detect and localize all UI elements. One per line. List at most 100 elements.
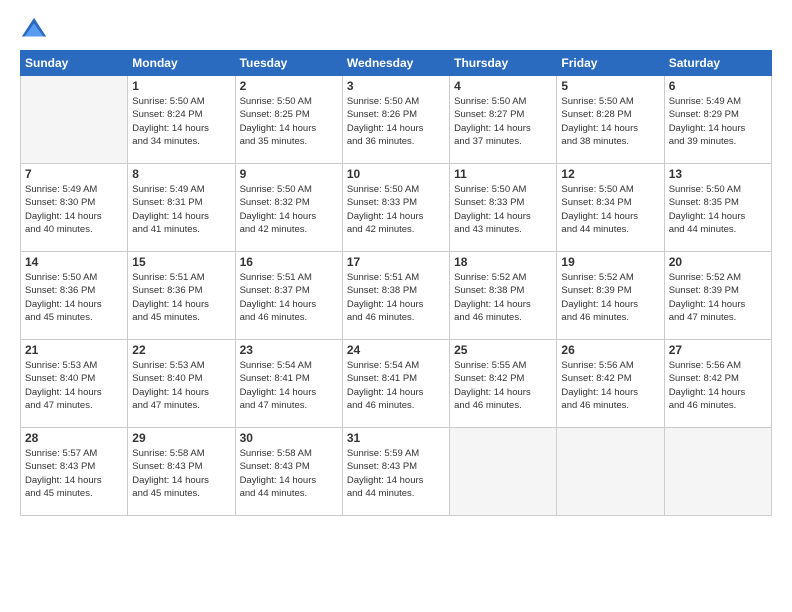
day-info: Sunrise: 5:50 AM Sunset: 8:35 PM Dayligh… <box>669 183 767 236</box>
day-number: 20 <box>669 255 767 269</box>
day-info: Sunrise: 5:56 AM Sunset: 8:42 PM Dayligh… <box>669 359 767 412</box>
day-number: 6 <box>669 79 767 93</box>
calendar-cell: 15Sunrise: 5:51 AM Sunset: 8:36 PM Dayli… <box>128 252 235 340</box>
day-header-tuesday: Tuesday <box>235 51 342 76</box>
day-number: 19 <box>561 255 659 269</box>
calendar-cell: 26 Sunrise: 5:56 AM Sunset: 8:42 PM Dayli… <box>557 340 664 428</box>
calendar-cell: 2 Sunrise: 5:50 AM Sunset: 8:25 PM Daylig… <box>235 76 342 164</box>
day-info: Sunrise: 5:51 AM Sunset: 8:37 PM Dayligh… <box>240 271 338 324</box>
calendar-cell: 4 Sunrise: 5:50 AM Sunset: 8:27 PM Daylig… <box>450 76 557 164</box>
page: SundayMondayTuesdayWednesdayThursdayFrid… <box>0 0 792 612</box>
day-info: Sunrise: 5:53 AM Sunset: 8:40 PM Dayligh… <box>25 359 123 412</box>
calendar-cell: 22Sunrise: 5:53 AM Sunset: 8:40 PM Dayli… <box>128 340 235 428</box>
day-header-thursday: Thursday <box>450 51 557 76</box>
day-info: Sunrise: 5:52 AM Sunset: 8:39 PM Dayligh… <box>669 271 767 324</box>
day-number: 1 <box>132 79 230 93</box>
calendar-cell: 11 Sunrise: 5:50 AM Sunset: 8:33 PM Dayli… <box>450 164 557 252</box>
week-row-2: 7 Sunrise: 5:49 AM Sunset: 8:30 PM Daylig… <box>21 164 772 252</box>
day-number: 31 <box>347 431 445 445</box>
logo <box>20 16 52 44</box>
calendar-cell: 19 Sunrise: 5:52 AM Sunset: 8:39 PM Dayli… <box>557 252 664 340</box>
day-info: Sunrise: 5:50 AM Sunset: 8:34 PM Dayligh… <box>561 183 659 236</box>
day-info: Sunrise: 5:50 AM Sunset: 8:36 PM Dayligh… <box>25 271 123 324</box>
week-row-4: 21 Sunrise: 5:53 AM Sunset: 8:40 PM Dayli… <box>21 340 772 428</box>
calendar: SundayMondayTuesdayWednesdayThursdayFrid… <box>20 50 772 516</box>
day-number: 13 <box>669 167 767 181</box>
calendar-cell: 18Sunrise: 5:52 AM Sunset: 8:38 PM Dayli… <box>450 252 557 340</box>
day-number: 28 <box>25 431 123 445</box>
day-number: 12 <box>561 167 659 181</box>
calendar-cell <box>557 428 664 516</box>
day-info: Sunrise: 5:51 AM Sunset: 8:38 PM Dayligh… <box>347 271 445 324</box>
day-number: 17 <box>347 255 445 269</box>
day-number: 23 <box>240 343 338 357</box>
calendar-cell <box>664 428 771 516</box>
calendar-cell: 1Sunrise: 5:50 AM Sunset: 8:24 PM Daylig… <box>128 76 235 164</box>
day-number: 29 <box>132 431 230 445</box>
day-number: 24 <box>347 343 445 357</box>
calendar-cell <box>450 428 557 516</box>
calendar-cell: 16 Sunrise: 5:51 AM Sunset: 8:37 PM Dayli… <box>235 252 342 340</box>
calendar-cell: 21 Sunrise: 5:53 AM Sunset: 8:40 PM Dayli… <box>21 340 128 428</box>
calendar-cell: 28 Sunrise: 5:57 AM Sunset: 8:43 PM Dayli… <box>21 428 128 516</box>
day-number: 4 <box>454 79 552 93</box>
day-info: Sunrise: 5:55 AM Sunset: 8:42 PM Dayligh… <box>454 359 552 412</box>
day-info: Sunrise: 5:49 AM Sunset: 8:29 PM Dayligh… <box>669 95 767 148</box>
day-number: 2 <box>240 79 338 93</box>
day-number: 9 <box>240 167 338 181</box>
day-number: 8 <box>132 167 230 181</box>
day-info: Sunrise: 5:50 AM Sunset: 8:25 PM Dayligh… <box>240 95 338 148</box>
day-info: Sunrise: 5:56 AM Sunset: 8:42 PM Dayligh… <box>561 359 659 412</box>
day-info: Sunrise: 5:53 AM Sunset: 8:40 PM Dayligh… <box>132 359 230 412</box>
calendar-cell: 10 Sunrise: 5:50 AM Sunset: 8:33 PM Dayli… <box>342 164 449 252</box>
calendar-cell: 24 Sunrise: 5:54 AM Sunset: 8:41 PM Dayli… <box>342 340 449 428</box>
day-header-friday: Friday <box>557 51 664 76</box>
day-info: Sunrise: 5:50 AM Sunset: 8:28 PM Dayligh… <box>561 95 659 148</box>
calendar-cell: 31 Sunrise: 5:59 AM Sunset: 8:43 PM Dayli… <box>342 428 449 516</box>
day-info: Sunrise: 5:52 AM Sunset: 8:39 PM Dayligh… <box>561 271 659 324</box>
day-info: Sunrise: 5:49 AM Sunset: 8:31 PM Dayligh… <box>132 183 230 236</box>
day-number: 7 <box>25 167 123 181</box>
day-header-saturday: Saturday <box>664 51 771 76</box>
day-number: 10 <box>347 167 445 181</box>
day-info: Sunrise: 5:50 AM Sunset: 8:33 PM Dayligh… <box>347 183 445 236</box>
day-info: Sunrise: 5:58 AM Sunset: 8:43 PM Dayligh… <box>240 447 338 500</box>
calendar-cell: 5 Sunrise: 5:50 AM Sunset: 8:28 PM Daylig… <box>557 76 664 164</box>
day-info: Sunrise: 5:59 AM Sunset: 8:43 PM Dayligh… <box>347 447 445 500</box>
calendar-cell: 3Sunrise: 5:50 AM Sunset: 8:26 PM Daylig… <box>342 76 449 164</box>
day-number: 25 <box>454 343 552 357</box>
day-info: Sunrise: 5:52 AM Sunset: 8:38 PM Dayligh… <box>454 271 552 324</box>
day-number: 11 <box>454 167 552 181</box>
week-row-5: 28 Sunrise: 5:57 AM Sunset: 8:43 PM Dayli… <box>21 428 772 516</box>
day-info: Sunrise: 5:54 AM Sunset: 8:41 PM Dayligh… <box>347 359 445 412</box>
header-row: SundayMondayTuesdayWednesdayThursdayFrid… <box>21 51 772 76</box>
day-number: 26 <box>561 343 659 357</box>
day-number: 30 <box>240 431 338 445</box>
day-number: 27 <box>669 343 767 357</box>
week-row-1: 1Sunrise: 5:50 AM Sunset: 8:24 PM Daylig… <box>21 76 772 164</box>
calendar-cell: 13 Sunrise: 5:50 AM Sunset: 8:35 PM Dayli… <box>664 164 771 252</box>
logo-icon <box>20 16 48 44</box>
day-info: Sunrise: 5:54 AM Sunset: 8:41 PM Dayligh… <box>240 359 338 412</box>
calendar-cell: 30 Sunrise: 5:58 AM Sunset: 8:43 PM Dayli… <box>235 428 342 516</box>
calendar-cell: 6 Sunrise: 5:49 AM Sunset: 8:29 PM Daylig… <box>664 76 771 164</box>
calendar-cell: 12 Sunrise: 5:50 AM Sunset: 8:34 PM Dayli… <box>557 164 664 252</box>
day-info: Sunrise: 5:50 AM Sunset: 8:26 PM Dayligh… <box>347 95 445 148</box>
day-info: Sunrise: 5:49 AM Sunset: 8:30 PM Dayligh… <box>25 183 123 236</box>
calendar-cell: 29Sunrise: 5:58 AM Sunset: 8:43 PM Dayli… <box>128 428 235 516</box>
day-number: 5 <box>561 79 659 93</box>
calendar-cell: 14Sunrise: 5:50 AM Sunset: 8:36 PM Dayli… <box>21 252 128 340</box>
day-info: Sunrise: 5:50 AM Sunset: 8:33 PM Dayligh… <box>454 183 552 236</box>
day-number: 21 <box>25 343 123 357</box>
calendar-cell: 7 Sunrise: 5:49 AM Sunset: 8:30 PM Daylig… <box>21 164 128 252</box>
calendar-cell: 20 Sunrise: 5:52 AM Sunset: 8:39 PM Dayli… <box>664 252 771 340</box>
header <box>20 16 772 44</box>
day-number: 16 <box>240 255 338 269</box>
day-number: 15 <box>132 255 230 269</box>
calendar-cell: 25 Sunrise: 5:55 AM Sunset: 8:42 PM Dayli… <box>450 340 557 428</box>
calendar-cell: 17 Sunrise: 5:51 AM Sunset: 8:38 PM Dayli… <box>342 252 449 340</box>
day-info: Sunrise: 5:50 AM Sunset: 8:27 PM Dayligh… <box>454 95 552 148</box>
calendar-cell: 9Sunrise: 5:50 AM Sunset: 8:32 PM Daylig… <box>235 164 342 252</box>
calendar-cell: 8 Sunrise: 5:49 AM Sunset: 8:31 PM Daylig… <box>128 164 235 252</box>
day-info: Sunrise: 5:57 AM Sunset: 8:43 PM Dayligh… <box>25 447 123 500</box>
